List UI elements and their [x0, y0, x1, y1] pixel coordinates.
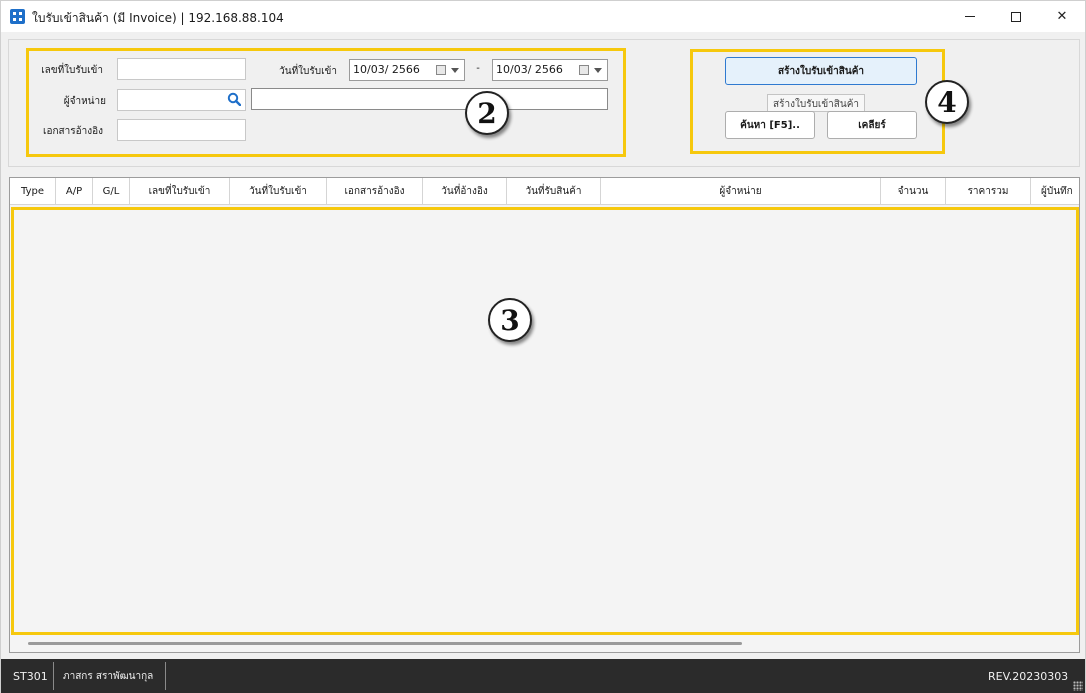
date-separator: -	[476, 63, 480, 74]
chevron-down-icon[interactable]	[451, 68, 459, 73]
receipt-date-label: วันที่ใบรับเข้า	[279, 66, 337, 77]
search-button[interactable]: ค้นหา [F5]..	[725, 111, 815, 139]
column-header[interactable]: G/L	[93, 178, 130, 205]
create-receipt-tooltip: สร้างใบรับเข้าสินค้า	[767, 94, 866, 112]
create-receipt-button[interactable]: สร้างใบรับเข้าสินค้า	[725, 57, 917, 85]
column-header[interactable]: A/P	[56, 178, 93, 205]
column-header[interactable]: วันที่ใบรับเข้า	[230, 178, 327, 205]
user-name: ภาสกร สราพัฒนากุล	[63, 670, 154, 682]
revision-label: REV.20230303	[988, 669, 1069, 683]
form-code: ST301	[13, 669, 48, 683]
receipt-no-label: เลขที่ใบรับเข้า	[41, 65, 103, 76]
grid-header: Type A/P G/L เลขที่ใบรับเข้า วันที่ใบรับ…	[10, 178, 1079, 205]
receipt-no-input[interactable]	[117, 58, 246, 80]
column-header[interactable]: เลขที่ใบรับเข้า	[130, 178, 230, 205]
column-header[interactable]: ราคารวม	[946, 178, 1031, 205]
title-bar: ใบรับเข้าสินค้า (มี Invoice) | 192.168.8…	[1, 1, 1085, 32]
close-button[interactable]: ✕	[1039, 1, 1085, 32]
window-title: ใบรับเข้าสินค้า (มี Invoice) | 192.168.8…	[32, 11, 284, 25]
column-header[interactable]: จำนวน	[881, 178, 946, 205]
date-from-value: 10/03/ 2566	[353, 63, 420, 76]
callout-badge-grid: 3	[488, 298, 532, 342]
status-separator	[53, 662, 54, 690]
column-header[interactable]: เอกสารอ้างอิง	[327, 178, 423, 205]
vendor-name-input[interactable]	[251, 88, 608, 110]
app-window: ใบรับเข้าสินค้า (มี Invoice) | 192.168.8…	[0, 0, 1086, 693]
search-icon[interactable]	[227, 92, 241, 106]
horizontal-scrollbar[interactable]	[28, 642, 742, 645]
column-header[interactable]: วันที่อ้างอิง	[423, 178, 507, 205]
minimize-button[interactable]	[947, 1, 993, 32]
maximize-icon	[1011, 11, 1021, 22]
date-to-value: 10/03/ 2566	[496, 63, 563, 76]
column-header[interactable]: ผู้จำหน่าย	[601, 178, 881, 205]
clear-button[interactable]: เคลียร์	[827, 111, 917, 139]
vendor-label: ผู้จำหน่าย	[63, 96, 106, 107]
reference-label: เอกสารอ้างอิง	[43, 126, 103, 137]
status-separator	[165, 662, 166, 690]
calendar-icon[interactable]	[436, 65, 446, 75]
status-bar: ST301 ภาสกร สราพัฒนากุล REV.20230303	[1, 659, 1085, 693]
resize-grip-icon[interactable]	[1073, 681, 1083, 691]
reference-input[interactable]	[117, 119, 246, 141]
chevron-down-icon[interactable]	[594, 68, 602, 73]
callout-badge-actions: 4	[925, 80, 969, 124]
calendar-icon[interactable]	[579, 65, 589, 75]
minimize-icon	[965, 16, 975, 17]
column-header[interactable]: ผู้บันทึก	[1031, 178, 1079, 205]
receipt-grid[interactable]: Type A/P G/L เลขที่ใบรับเข้า วันที่ใบรับ…	[9, 177, 1080, 653]
maximize-button[interactable]	[993, 1, 1039, 32]
column-header[interactable]: วันที่รับสินค้า	[507, 178, 601, 205]
app-icon	[10, 9, 25, 24]
column-header[interactable]: Type	[10, 178, 56, 205]
date-from-picker[interactable]: 10/03/ 2566	[349, 59, 465, 81]
date-to-picker[interactable]: 10/03/ 2566	[492, 59, 608, 81]
callout-badge-filters: 2	[465, 91, 509, 135]
